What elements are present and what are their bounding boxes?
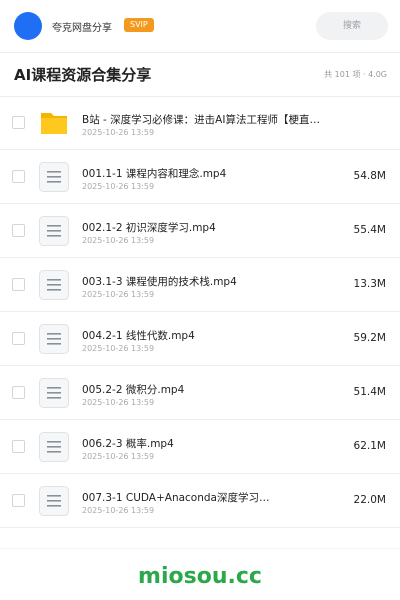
- file-date: 2025-10-26 13:59: [82, 344, 155, 353]
- file-name[interactable]: B站 - 深度学习必修课：进击AI算法工程师【梗直…: [82, 112, 332, 127]
- file-date: 2025-10-26 13:59: [82, 236, 155, 245]
- file-name[interactable]: 001.1-1 课程内容和理念.mp4: [82, 166, 332, 181]
- file-row[interactable]: 002.1-2 初识深度学习.mp4 2025-10-26 13:59 55.4M: [0, 204, 400, 258]
- file-row[interactable]: 001.1-1 课程内容和理念.mp4 2025-10-26 13:59 54.8M: [0, 150, 400, 204]
- select-checkbox[interactable]: [12, 494, 25, 507]
- collection-meta: 共 101 项 · 4.0G: [324, 70, 387, 79]
- header-divider: [0, 52, 400, 53]
- file-name[interactable]: 007.3-1 CUDA+Anaconda深度学习…: [82, 490, 332, 505]
- search-button[interactable]: 搜索: [316, 12, 388, 40]
- file-name[interactable]: 002.1-2 初识深度学习.mp4: [82, 220, 332, 235]
- file-size: 55.4M: [353, 224, 386, 236]
- document-icon: [38, 269, 70, 301]
- file-row[interactable]: 005.2-2 微积分.mp4 2025-10-26 13:59 51.4M: [0, 366, 400, 420]
- file-size: 51.4M: [353, 386, 386, 398]
- select-checkbox[interactable]: [12, 440, 25, 453]
- select-checkbox[interactable]: [12, 224, 25, 237]
- file-name[interactable]: 004.2-1 线性代数.mp4: [82, 328, 332, 343]
- file-date: 2025-10-26 13:59: [82, 128, 155, 137]
- file-date: 2025-10-26 13:59: [82, 452, 155, 461]
- page-title: AI课程资源合集分享: [14, 66, 152, 84]
- file-date: 2025-10-26 13:59: [82, 290, 155, 299]
- file-size: 54.8M: [353, 170, 386, 182]
- document-icon: [38, 215, 70, 247]
- file-row[interactable]: 006.2-3 概率.mp4 2025-10-26 13:59 62.1M: [0, 420, 400, 474]
- file-row[interactable]: B站 - 深度学习必修课：进击AI算法工程师【梗直… 2025-10-26 13:…: [0, 96, 400, 150]
- file-name[interactable]: 005.2-2 微积分.mp4: [82, 382, 332, 397]
- select-checkbox[interactable]: [12, 332, 25, 345]
- avatar[interactable]: [14, 12, 42, 40]
- file-row[interactable]: 004.2-1 线性代数.mp4 2025-10-26 13:59 59.2M: [0, 312, 400, 366]
- document-icon: [38, 323, 70, 355]
- document-icon: [38, 377, 70, 409]
- file-size: 22.0M: [353, 494, 386, 506]
- file-size: 59.2M: [353, 332, 386, 344]
- select-checkbox[interactable]: [12, 278, 25, 291]
- file-size: 13.3M: [353, 278, 386, 290]
- list-end-divider: [0, 548, 400, 549]
- file-list: B站 - 深度学习必修课：进击AI算法工程师【梗直… 2025-10-26 13:…: [0, 96, 400, 528]
- document-icon: [38, 161, 70, 193]
- file-row[interactable]: 007.3-1 CUDA+Anaconda深度学习… 2025-10-26 13:…: [0, 474, 400, 528]
- select-checkbox[interactable]: [12, 116, 25, 129]
- file-date: 2025-10-26 13:59: [82, 506, 155, 515]
- file-date: 2025-10-26 13:59: [82, 182, 155, 191]
- select-checkbox[interactable]: [12, 170, 25, 183]
- sharer-name: 夸克网盘分享: [52, 23, 112, 34]
- footer-logo: miosou.cc: [138, 564, 262, 589]
- top-bar: 夸克网盘分享 SVIP 搜索: [0, 0, 400, 52]
- file-size: 62.1M: [353, 440, 386, 452]
- file-date: 2025-10-26 13:59: [82, 398, 155, 407]
- file-row[interactable]: 003.1-3 课程使用的技术栈.mp4 2025-10-26 13:59 13.3…: [0, 258, 400, 312]
- file-name[interactable]: 003.1-3 课程使用的技术栈.mp4: [82, 274, 332, 289]
- svip-badge: SVIP: [124, 18, 154, 32]
- folder-icon: [38, 107, 70, 139]
- document-icon: [38, 431, 70, 463]
- select-checkbox[interactable]: [12, 386, 25, 399]
- file-name[interactable]: 006.2-3 概率.mp4: [82, 436, 332, 451]
- document-icon: [38, 485, 70, 517]
